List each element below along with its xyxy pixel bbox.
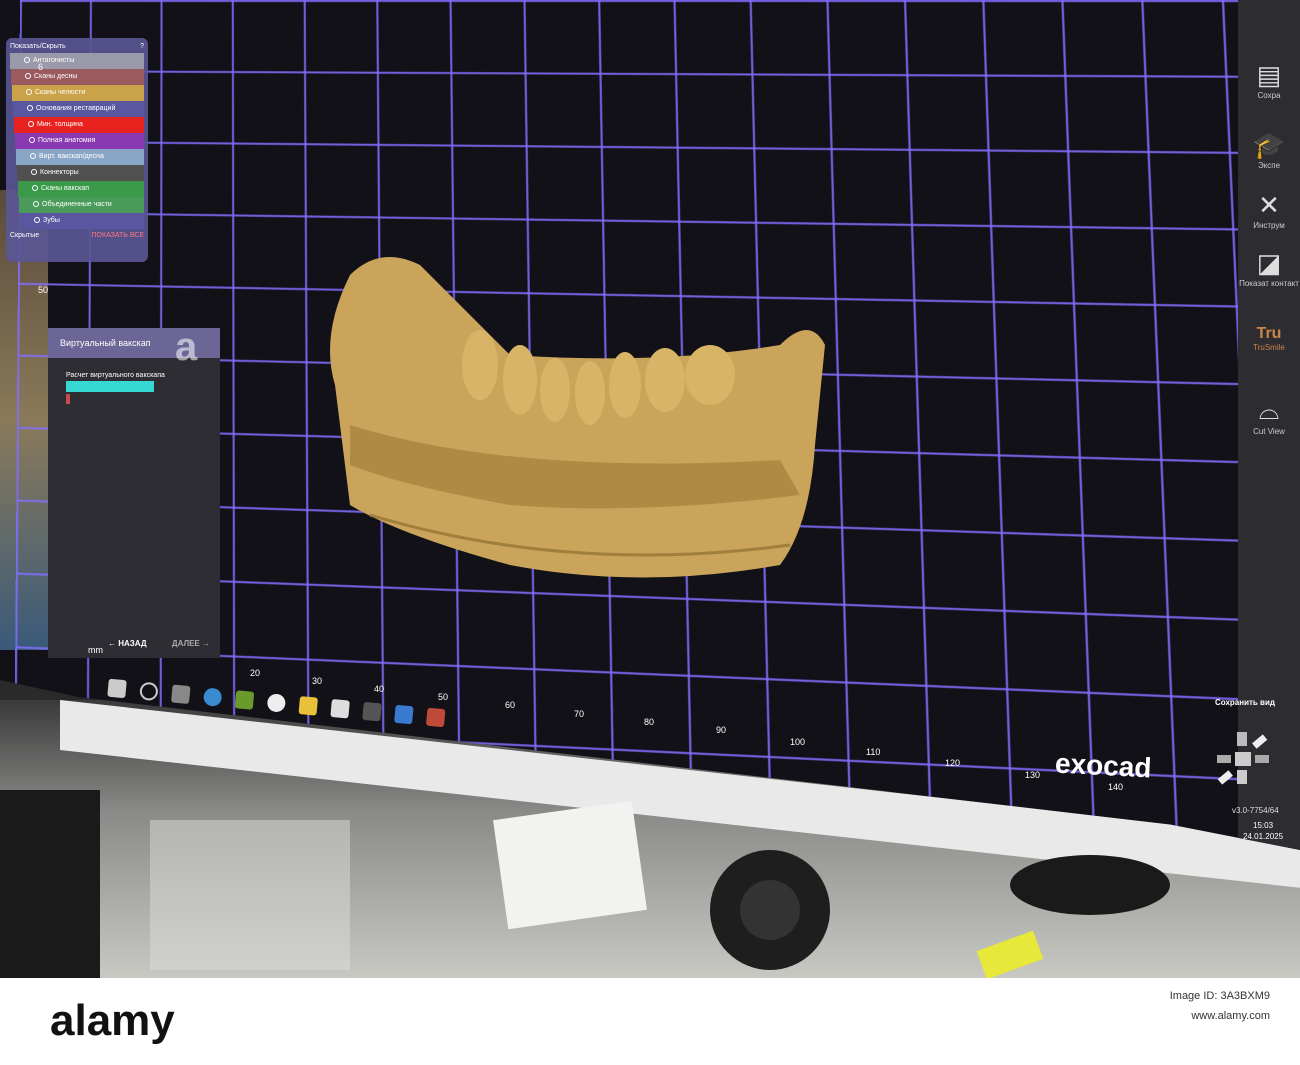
- alamy-logo: alamy: [50, 996, 175, 1045]
- layer-label: Вирт. вакскап/десна: [39, 153, 104, 160]
- footer-url: www.alamy.com: [1191, 1010, 1270, 1022]
- layer-label: Сканы вакскап: [41, 185, 90, 192]
- toolbar-label: Инструм: [1253, 221, 1285, 230]
- axis-unit: mm: [88, 645, 103, 655]
- layer-item[interactable]: Сканы челюсти: [12, 85, 144, 101]
- layer-label: Сканы десны: [34, 73, 78, 80]
- back-label: НАЗАД: [118, 639, 147, 648]
- layer-item[interactable]: Вирт. вакскап/десна: [16, 149, 144, 165]
- toolbar-cut-view[interactable]: ⌓ Cut View: [1238, 395, 1300, 436]
- toolbar-label: Сохра: [1257, 91, 1281, 100]
- layer-item[interactable]: Объединенные части: [19, 197, 144, 213]
- eye-icon[interactable]: [33, 201, 39, 208]
- eye-icon[interactable]: [30, 153, 36, 160]
- layer-label: Полная анатомия: [38, 137, 96, 144]
- eye-icon[interactable]: [26, 89, 32, 96]
- graduation-cap-icon: 🎓: [1252, 130, 1286, 160]
- layer-item[interactable]: Основания реставраций: [13, 101, 144, 117]
- eye-icon[interactable]: [28, 121, 34, 128]
- toolbar-trusmile[interactable]: Tru TruSmile: [1238, 325, 1300, 352]
- layer-label: Объединенные части: [42, 201, 112, 208]
- eye-icon[interactable]: [32, 185, 38, 192]
- layer-label: Зубы: [43, 217, 60, 224]
- progress-bar: [66, 381, 154, 392]
- yandex-icon[interactable]: [266, 693, 287, 713]
- exocad-logo: exocad: [1054, 747, 1153, 784]
- question-icon[interactable]: ?: [140, 43, 144, 50]
- save-view-label: Сохранить вид: [1215, 698, 1275, 707]
- toolbar-contacts[interactable]: ◪ Показат контакт: [1238, 248, 1300, 288]
- layers-panel-title[interactable]: Показать/Скрыть: [10, 43, 66, 50]
- whatsapp-icon[interactable]: [234, 690, 255, 710]
- image-id: Image ID: 3A3BXM9: [1169, 990, 1270, 1002]
- eye-icon[interactable]: [27, 105, 33, 112]
- layer-label: Сканы челюсти: [35, 89, 86, 96]
- view-cube-icon[interactable]: [1215, 730, 1270, 790]
- eye-icon[interactable]: [24, 57, 30, 64]
- eye-icon[interactable]: [29, 137, 35, 144]
- layer-label: Основания реставраций: [36, 105, 116, 112]
- cut-view-icon: ⌓: [1258, 395, 1280, 425]
- tools-icon: ✕: [1258, 190, 1280, 220]
- layer-item[interactable]: Мин. толщина: [14, 117, 144, 133]
- layer-item[interactable]: Полная анатомия: [15, 133, 144, 149]
- stock-footer: alamy Image ID: 3A3BXM9 www.alamy.com: [0, 978, 1300, 1065]
- folder-icon[interactable]: [298, 696, 319, 716]
- watermark: a: [175, 325, 198, 369]
- toolbar-label: Cut View: [1253, 427, 1285, 436]
- search-icon[interactable]: [139, 681, 159, 702]
- image-id-value: 3A3BXM9: [1220, 990, 1270, 1002]
- app-icon[interactable]: [362, 701, 382, 722]
- progress-indicator: [66, 394, 70, 404]
- app-icon[interactable]: [425, 707, 446, 728]
- toolbar-save[interactable]: ▤ Сохра: [1238, 60, 1300, 100]
- toolbar-label: TruSmile: [1253, 343, 1285, 352]
- eye-icon[interactable]: [25, 73, 31, 80]
- desk-items: [0, 790, 1170, 980]
- layer-item[interactable]: Сканы десны: [11, 69, 144, 85]
- toolbar-label: Показат контакт: [1239, 279, 1299, 288]
- toolbar-label: Экспе: [1257, 161, 1281, 170]
- progress-label: Расчет виртуального вакскапа: [66, 372, 165, 379]
- x-tick: 130: [1025, 770, 1041, 780]
- layer-label: Мин. толщина: [37, 121, 83, 128]
- contact-icon: ◪: [1256, 248, 1282, 278]
- y-tick: 6: [38, 62, 44, 72]
- layer-item[interactable]: Антагонисты: [10, 53, 144, 69]
- photos-icon[interactable]: [394, 704, 414, 725]
- save-icon: ▤: [1256, 60, 1282, 90]
- x-tick: 30: [312, 676, 323, 686]
- x-tick: 20: [250, 668, 261, 678]
- hidden-toggle[interactable]: Скрытые: [10, 232, 39, 239]
- layer-item[interactable]: Коннекторы: [17, 165, 144, 181]
- y-tick: 50: [38, 285, 49, 295]
- eye-icon[interactable]: [31, 169, 37, 176]
- show-all-button[interactable]: ПОКАЗАТЬ ВСЕ: [92, 232, 144, 239]
- layers-panel: Показать/Скрыть? Антагонисты Сканы десны С…: [6, 38, 148, 262]
- start-icon[interactable]: [107, 678, 127, 699]
- layer-label: Коннекторы: [40, 169, 79, 176]
- dental-model: [330, 257, 825, 578]
- telegram-icon[interactable]: [202, 687, 223, 707]
- task-view-icon[interactable]: [170, 684, 191, 705]
- next-button[interactable]: ДАЛЕЕ →: [172, 639, 210, 648]
- right-toolbar: ▤ Сохра 🎓 Экспе ✕ Инструм ◪ Показат контакт …: [1238, 0, 1300, 850]
- back-button[interactable]: ← НАЗАД: [108, 639, 147, 648]
- toolbar-expert[interactable]: 🎓 Экспе: [1238, 130, 1300, 170]
- toolbar-tools[interactable]: ✕ Инструм: [1238, 190, 1300, 230]
- next-label: ДАЛЕЕ: [171, 639, 200, 648]
- eye-icon[interactable]: [34, 217, 40, 224]
- wizard-panel: Виртуальный вакскап Расчет виртуального …: [48, 328, 220, 658]
- trusmile-icon: Tru: [1256, 325, 1282, 342]
- layer-item[interactable]: Сканы вакскап: [18, 181, 144, 197]
- layer-item[interactable]: Зубы: [20, 213, 144, 229]
- document-icon[interactable]: [330, 698, 350, 719]
